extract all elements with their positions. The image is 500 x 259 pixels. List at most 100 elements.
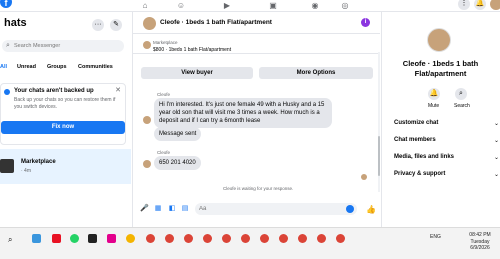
message-bubble: Message sent (154, 127, 202, 141)
marketplace-listing-strip[interactable]: Marketplace $800 · 1beds 1 bath Flat/apa… (133, 37, 380, 54)
fix-now-button[interactable]: Fix now (1, 121, 125, 134)
chrome-icon[interactable] (260, 234, 269, 243)
message-input-box[interactable] (195, 203, 357, 215)
backup-card: Your chats aren't backed up ✕ Back up yo… (0, 83, 126, 145)
video-icon[interactable]: ▶ (222, 1, 232, 10)
waiting-status: Cleofe is waiting for your response. (223, 186, 294, 191)
conversation-header: Cleofe · 1beds 1 bath Flat/apartment i (133, 12, 380, 34)
close-icon[interactable]: ✕ (115, 86, 121, 94)
chrome-icon[interactable] (146, 234, 155, 243)
search-icon[interactable]: ⌕ (8, 235, 12, 245)
menu-grid-icon[interactable]: ⋮ (458, 0, 470, 10)
chrome-icon[interactable] (203, 234, 212, 243)
search-icon[interactable]: ⌕ (455, 88, 467, 100)
windows-taskbar: ⌕ ENG 08:42 PM Tuesday 6/9/2026 (0, 227, 500, 259)
chrome-icon[interactable] (241, 234, 250, 243)
message-bubble: Hi I'm interested. It's just one female … (154, 98, 332, 128)
gif-icon[interactable]: ▤ (181, 205, 189, 213)
whatsapp-icon[interactable] (70, 234, 79, 243)
chevron-down-icon: ⌄ (493, 155, 499, 161)
sidebar-title: hats (4, 17, 27, 29)
chrome-icon[interactable] (165, 234, 174, 243)
app-icon[interactable] (107, 234, 116, 243)
backup-text: Back up your chats so you can restore th… (14, 97, 116, 110)
clock-date: 6/9/2026 (470, 245, 490, 251)
more-options-button[interactable]: More Options (259, 67, 373, 79)
details-item-privacy[interactable]: Privacy & support (394, 171, 445, 177)
details-item-chat-members[interactable]: Chat members (394, 137, 436, 143)
like-icon[interactable]: 👍 (366, 205, 376, 214)
filter-unread[interactable]: Unread (17, 64, 36, 70)
chrome-icon[interactable] (298, 234, 307, 243)
backup-title: Your chats aren't backed up (14, 88, 94, 94)
details-item-media-files[interactable]: Media, files and links (394, 154, 454, 160)
message-composer: 🎤 ▦ ◧ ▤ 👍 (133, 202, 380, 218)
search-bar[interactable]: ⌕ (2, 40, 124, 52)
listing-value: $800 · 1beds 1 bath Flat/apartment (153, 47, 232, 53)
groups-icon[interactable]: ◉ (310, 1, 320, 10)
chevron-down-icon: ⌄ (493, 138, 499, 144)
search-icon: ⌕ (6, 42, 10, 49)
scrollbar-thumb[interactable] (378, 136, 380, 176)
chevron-down-icon: ⌄ (493, 172, 499, 178)
details-title: Cleofe · 1beds 1 bath Flat/apartment (402, 59, 479, 78)
home-icon[interactable]: ⌂ (140, 1, 150, 10)
message-sender: Cleofe (157, 92, 171, 97)
chrome-icon[interactable] (222, 234, 231, 243)
chrome-icon[interactable] (184, 234, 193, 243)
facebook-logo-icon[interactable]: f (0, 0, 12, 8)
conversation-panel: Cleofe · 1beds 1 bath Flat/apartment i M… (133, 12, 380, 227)
message-input[interactable] (199, 204, 339, 214)
backup-lock-icon (4, 89, 10, 95)
chevron-down-icon: ⌄ (493, 121, 499, 127)
weather-icon[interactable] (32, 234, 41, 243)
details-panel: Cleofe · 1beds 1 bath Flat/apartment 🔔 ⌕… (381, 12, 500, 227)
listing-thumbnail (143, 41, 151, 49)
chrome-icon[interactable] (279, 234, 288, 243)
gaming-icon[interactable]: ◎ (340, 1, 350, 10)
clock-time: 08:42 PM (469, 232, 491, 238)
details-item-customize-chat[interactable]: Customize chat (394, 120, 438, 126)
chat-thumbnail (0, 159, 14, 173)
filter-all[interactable]: All (0, 64, 7, 70)
chats-sidebar: hats ··· ✎ ⌕ All Unread Groups Communiti… (0, 12, 133, 227)
seen-avatar (361, 174, 367, 180)
filter-groups[interactable]: Groups (47, 64, 67, 70)
chat-subtitle: · 4m (21, 168, 31, 174)
taskbar-clock[interactable]: 08:42 PM Tuesday 6/9/2026 (466, 232, 494, 252)
image-icon[interactable]: ▦ (154, 205, 162, 213)
filter-communities[interactable]: Communities (78, 64, 113, 70)
emoji-icon[interactable] (346, 205, 354, 213)
profile-icon[interactable] (490, 0, 500, 10)
mute-label: Mute (428, 103, 440, 109)
sender-avatar (143, 160, 151, 168)
message-bubble: 650 201 4020 (154, 156, 201, 170)
details-avatar (427, 28, 451, 52)
conversation-avatar[interactable] (143, 17, 156, 30)
top-nav-bar: f ⌂ ☺ ▶ ▣ ◉ ◎ ⋮ 🔔 (0, 0, 500, 12)
sticker-icon[interactable]: ◧ (168, 205, 176, 213)
chrome-icon[interactable] (336, 234, 345, 243)
new-message-icon[interactable]: ✎ (110, 19, 122, 31)
tray-language[interactable]: ENG (430, 234, 441, 240)
app-icon[interactable] (88, 234, 97, 243)
search-label: Search (454, 103, 470, 109)
chat-name: Marketplace (21, 159, 56, 165)
info-icon[interactable]: i (361, 18, 370, 27)
conversation-title[interactable]: Cleofe · 1beds 1 bath Flat/apartment (160, 19, 272, 26)
view-buyer-button[interactable]: View buyer (141, 67, 253, 79)
marketplace-icon[interactable]: ▣ (268, 1, 278, 10)
listing-label: Marketplace (153, 40, 178, 45)
more-options-icon[interactable]: ··· (92, 19, 104, 31)
search-input[interactable] (14, 41, 119, 51)
message-sender: Cleofe (157, 150, 171, 155)
chrome-icon[interactable] (126, 234, 135, 243)
app-icon[interactable] (52, 234, 61, 243)
sender-avatar (143, 116, 151, 124)
notifications-icon[interactable]: 🔔 (474, 0, 486, 10)
mute-icon[interactable]: 🔔 (428, 88, 440, 100)
chrome-icon[interactable] (317, 234, 326, 243)
chat-list-item[interactable]: Marketplace · 4m (0, 149, 131, 184)
friends-icon[interactable]: ☺ (176, 1, 186, 10)
microphone-icon[interactable]: 🎤 (140, 205, 149, 213)
